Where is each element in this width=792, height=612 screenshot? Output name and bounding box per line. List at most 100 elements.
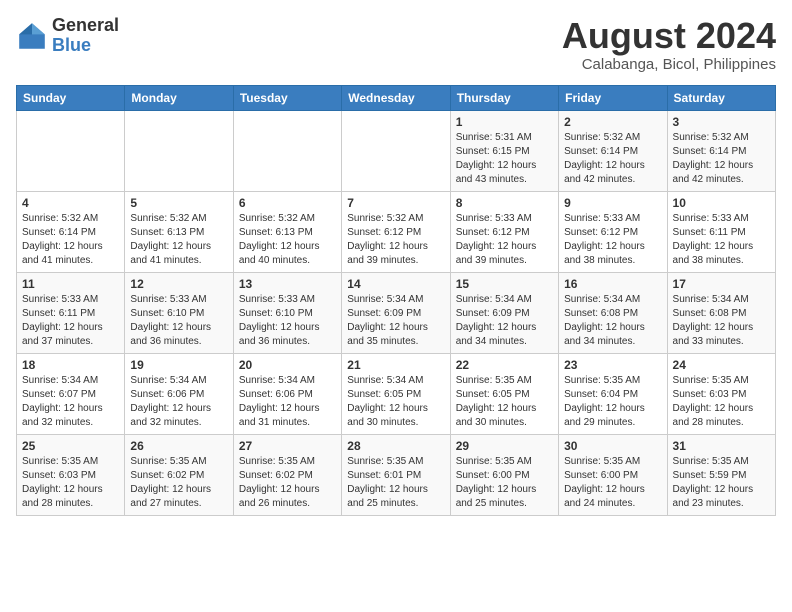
week-row-2: 4 Sunrise: 5:32 AMSunset: 6:14 PMDaylight… bbox=[17, 191, 776, 272]
day-info: Sunrise: 5:32 AMSunset: 6:13 PMDaylight:… bbox=[130, 212, 227, 268]
weekday-header-wednesday: Wednesday bbox=[342, 85, 450, 110]
day-info: Sunrise: 5:34 AMSunset: 6:09 PMDaylight:… bbox=[347, 293, 444, 349]
day-number: 14 bbox=[347, 277, 444, 291]
calendar-cell bbox=[125, 110, 233, 191]
weekday-header-row: SundayMondayTuesdayWednesdayThursdayFrid… bbox=[17, 85, 776, 110]
day-number: 11 bbox=[22, 277, 119, 291]
day-number: 5 bbox=[130, 196, 227, 210]
calendar-cell: 9 Sunrise: 5:33 AMSunset: 6:12 PMDaylight… bbox=[559, 191, 667, 272]
calendar-cell: 6 Sunrise: 5:32 AMSunset: 6:13 PMDaylight… bbox=[233, 191, 341, 272]
day-number: 29 bbox=[456, 439, 553, 453]
logo: General Blue bbox=[16, 16, 119, 56]
day-info: Sunrise: 5:35 AMSunset: 6:03 PMDaylight:… bbox=[673, 374, 770, 430]
calendar-cell bbox=[17, 110, 125, 191]
day-number: 24 bbox=[673, 358, 770, 372]
week-row-4: 18 Sunrise: 5:34 AMSunset: 6:07 PMDayligh… bbox=[17, 353, 776, 434]
calendar-cell: 5 Sunrise: 5:32 AMSunset: 6:13 PMDaylight… bbox=[125, 191, 233, 272]
logo-icon bbox=[16, 20, 48, 52]
day-number: 20 bbox=[239, 358, 336, 372]
day-info: Sunrise: 5:34 AMSunset: 6:08 PMDaylight:… bbox=[564, 293, 661, 349]
calendar-cell: 28Sunrise: 5:35 AMSunset: 6:01 PMDayligh… bbox=[342, 434, 450, 515]
calendar-cell: 15 Sunrise: 5:34 AMSunset: 6:09 PMDayligh… bbox=[450, 272, 558, 353]
day-info: Sunrise: 5:33 AMSunset: 6:11 PMDaylight:… bbox=[673, 212, 770, 268]
calendar-cell: 26Sunrise: 5:35 AMSunset: 6:02 PMDayligh… bbox=[125, 434, 233, 515]
calendar-cell: 17Sunrise: 5:34 AMSunset: 6:08 PMDayligh… bbox=[667, 272, 775, 353]
day-number: 25 bbox=[22, 439, 119, 453]
day-info: Sunrise: 5:31 AMSunset: 6:15 PMDaylight:… bbox=[456, 131, 553, 187]
day-info: Sunrise: 5:32 AMSunset: 6:14 PMDaylight:… bbox=[22, 212, 119, 268]
day-number: 23 bbox=[564, 358, 661, 372]
weekday-header-friday: Friday bbox=[559, 85, 667, 110]
calendar-cell: 16 Sunrise: 5:34 AMSunset: 6:08 PMDayligh… bbox=[559, 272, 667, 353]
weekday-header-sunday: Sunday bbox=[17, 85, 125, 110]
day-info: Sunrise: 5:33 AMSunset: 6:12 PMDaylight:… bbox=[564, 212, 661, 268]
day-info: Sunrise: 5:32 AMSunset: 6:14 PMDaylight:… bbox=[564, 131, 661, 187]
calendar-cell: 30 Sunrise: 5:35 AMSunset: 6:00 PMDayligh… bbox=[559, 434, 667, 515]
day-number: 15 bbox=[456, 277, 553, 291]
calendar-cell: 14 Sunrise: 5:34 AMSunset: 6:09 PMDayligh… bbox=[342, 272, 450, 353]
calendar-cell: 23 Sunrise: 5:35 AMSunset: 6:04 PMDayligh… bbox=[559, 353, 667, 434]
day-number: 13 bbox=[239, 277, 336, 291]
day-number: 9 bbox=[564, 196, 661, 210]
day-number: 18 bbox=[22, 358, 119, 372]
day-info: Sunrise: 5:34 AMSunset: 6:05 PMDaylight:… bbox=[347, 374, 444, 430]
calendar-cell: 13 Sunrise: 5:33 AMSunset: 6:10 PMDayligh… bbox=[233, 272, 341, 353]
day-info: Sunrise: 5:32 AMSunset: 6:13 PMDaylight:… bbox=[239, 212, 336, 268]
week-row-1: 1 Sunrise: 5:31 AMSunset: 6:15 PMDaylight… bbox=[17, 110, 776, 191]
calendar-cell bbox=[342, 110, 450, 191]
calendar-cell: 22 Sunrise: 5:35 AMSunset: 6:05 PMDayligh… bbox=[450, 353, 558, 434]
logo-blue: Blue bbox=[52, 35, 91, 55]
calendar-cell: 12 Sunrise: 5:33 AMSunset: 6:10 PMDayligh… bbox=[125, 272, 233, 353]
day-number: 16 bbox=[564, 277, 661, 291]
day-info: Sunrise: 5:35 AMSunset: 6:04 PMDaylight:… bbox=[564, 374, 661, 430]
day-info: Sunrise: 5:35 AMSunset: 6:02 PMDaylight:… bbox=[130, 455, 227, 511]
day-number: 10 bbox=[673, 196, 770, 210]
day-number: 31 bbox=[673, 439, 770, 453]
week-row-3: 11 Sunrise: 5:33 AMSunset: 6:11 PMDayligh… bbox=[17, 272, 776, 353]
day-info: Sunrise: 5:34 AMSunset: 6:08 PMDaylight:… bbox=[673, 293, 770, 349]
day-info: Sunrise: 5:33 AMSunset: 6:10 PMDaylight:… bbox=[130, 293, 227, 349]
day-number: 3 bbox=[673, 115, 770, 129]
calendar-cell: 19 Sunrise: 5:34 AMSunset: 6:06 PMDayligh… bbox=[125, 353, 233, 434]
day-info: Sunrise: 5:35 AMSunset: 6:00 PMDaylight:… bbox=[564, 455, 661, 511]
day-number: 4 bbox=[22, 196, 119, 210]
day-number: 22 bbox=[456, 358, 553, 372]
calendar-cell: 24 Sunrise: 5:35 AMSunset: 6:03 PMDayligh… bbox=[667, 353, 775, 434]
day-info: Sunrise: 5:33 AMSunset: 6:10 PMDaylight:… bbox=[239, 293, 336, 349]
calendar-cell: 21Sunrise: 5:34 AMSunset: 6:05 PMDayligh… bbox=[342, 353, 450, 434]
day-info: Sunrise: 5:32 AMSunset: 6:12 PMDaylight:… bbox=[347, 212, 444, 268]
day-number: 7 bbox=[347, 196, 444, 210]
calendar-cell: 3Sunrise: 5:32 AMSunset: 6:14 PMDaylight… bbox=[667, 110, 775, 191]
day-info: Sunrise: 5:33 AMSunset: 6:11 PMDaylight:… bbox=[22, 293, 119, 349]
day-info: Sunrise: 5:35 AMSunset: 6:02 PMDaylight:… bbox=[239, 455, 336, 511]
calendar-cell: 7 Sunrise: 5:32 AMSunset: 6:12 PMDaylight… bbox=[342, 191, 450, 272]
day-number: 2 bbox=[564, 115, 661, 129]
day-info: Sunrise: 5:33 AMSunset: 6:12 PMDaylight:… bbox=[456, 212, 553, 268]
calendar-cell: 1 Sunrise: 5:31 AMSunset: 6:15 PMDaylight… bbox=[450, 110, 558, 191]
calendar-cell: 2 Sunrise: 5:32 AMSunset: 6:14 PMDaylight… bbox=[559, 110, 667, 191]
day-info: Sunrise: 5:34 AMSunset: 6:07 PMDaylight:… bbox=[22, 374, 119, 430]
day-number: 8 bbox=[456, 196, 553, 210]
logo-text: General Blue bbox=[52, 16, 119, 56]
weekday-header-thursday: Thursday bbox=[450, 85, 558, 110]
calendar-cell: 25 Sunrise: 5:35 AMSunset: 6:03 PMDayligh… bbox=[17, 434, 125, 515]
day-number: 12 bbox=[130, 277, 227, 291]
day-number: 19 bbox=[130, 358, 227, 372]
weekday-header-monday: Monday bbox=[125, 85, 233, 110]
calendar-cell: 4 Sunrise: 5:32 AMSunset: 6:14 PMDaylight… bbox=[17, 191, 125, 272]
day-info: Sunrise: 5:34 AMSunset: 6:09 PMDaylight:… bbox=[456, 293, 553, 349]
day-info: Sunrise: 5:35 AMSunset: 6:03 PMDaylight:… bbox=[22, 455, 119, 511]
day-number: 28 bbox=[347, 439, 444, 453]
calendar-cell: 8 Sunrise: 5:33 AMSunset: 6:12 PMDaylight… bbox=[450, 191, 558, 272]
day-info: Sunrise: 5:34 AMSunset: 6:06 PMDaylight:… bbox=[130, 374, 227, 430]
day-info: Sunrise: 5:35 AMSunset: 5:59 PMDaylight:… bbox=[673, 455, 770, 511]
location-subtitle: Calabanga, Bicol, Philippines bbox=[562, 56, 776, 73]
day-info: Sunrise: 5:35 AMSunset: 6:05 PMDaylight:… bbox=[456, 374, 553, 430]
calendar-cell: 27Sunrise: 5:35 AMSunset: 6:02 PMDayligh… bbox=[233, 434, 341, 515]
title-area: August 2024 Calabanga, Bicol, Philippine… bbox=[562, 16, 776, 73]
day-info: Sunrise: 5:34 AMSunset: 6:06 PMDaylight:… bbox=[239, 374, 336, 430]
day-number: 6 bbox=[239, 196, 336, 210]
calendar-cell: 31 Sunrise: 5:35 AMSunset: 5:59 PMDayligh… bbox=[667, 434, 775, 515]
day-number: 30 bbox=[564, 439, 661, 453]
day-number: 1 bbox=[456, 115, 553, 129]
